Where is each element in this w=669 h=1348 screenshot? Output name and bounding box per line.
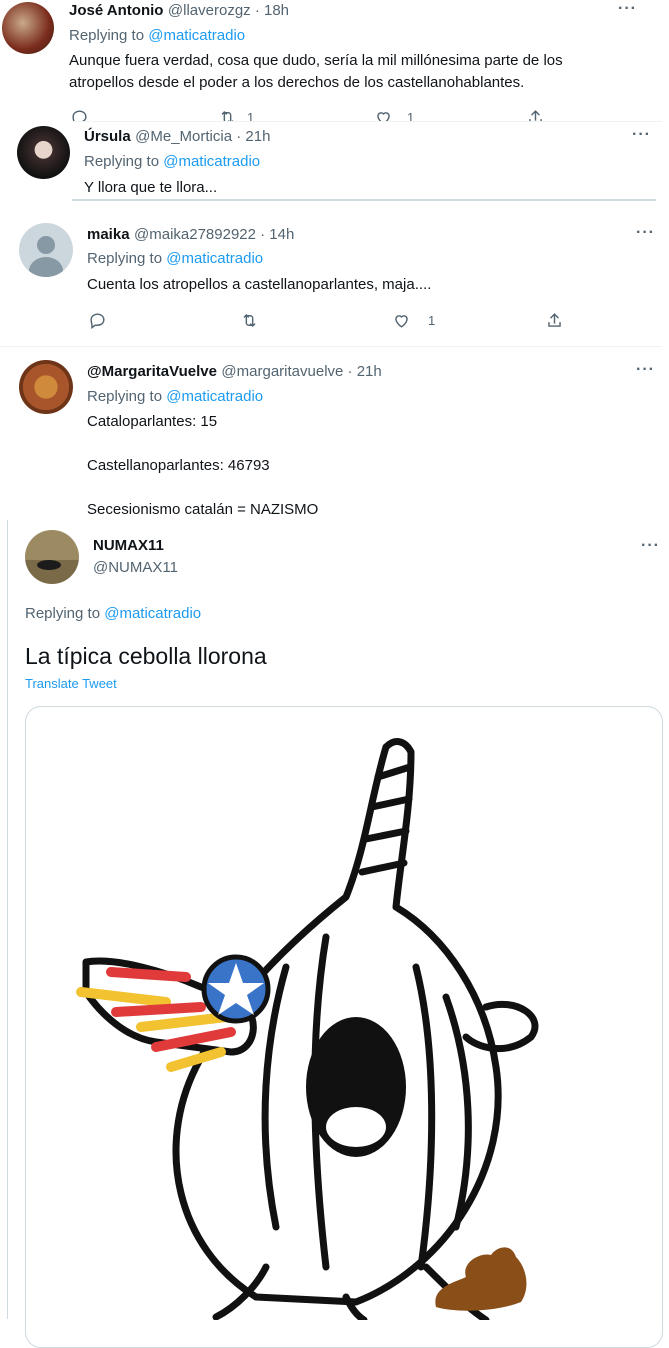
retweet-icon (243, 313, 256, 328)
avatar[interactable] (19, 360, 73, 414)
like-button[interactable]: 1 (374, 108, 414, 122)
avatar[interactable] (2, 2, 54, 54)
user-handle[interactable]: @maika27892922 · 14h (134, 226, 294, 243)
user-name[interactable]: NUMAX11 (93, 537, 164, 554)
more-icon[interactable]: ··· (641, 537, 660, 555)
replying-to: Replying to @maticatradio (25, 605, 202, 622)
reply-button[interactable] (70, 108, 89, 122)
user-name[interactable]: José Antonio (69, 2, 163, 19)
avatar[interactable] (25, 530, 79, 584)
heart-icon (377, 112, 390, 122)
avatar[interactable] (19, 223, 73, 277)
replying-to: Replying to @maticatradio (84, 153, 261, 170)
like-count: 1 (428, 313, 436, 328)
share-icon (529, 110, 542, 122)
mention-link[interactable]: @maticatradio (166, 250, 263, 267)
replying-to: Replying to @maticatradio (69, 27, 246, 44)
translate-tweet-link[interactable]: Translate Tweet (25, 676, 117, 691)
user-name[interactable]: @MargaritaVuelve (87, 363, 217, 380)
retweet-icon (221, 110, 234, 122)
share-button[interactable] (545, 311, 564, 330)
avatar[interactable] (17, 126, 70, 179)
reply-button[interactable] (88, 311, 107, 330)
user-handle[interactable]: @llaverozgz · 18h (168, 2, 289, 19)
crying-onion-illustration (76, 738, 539, 1320)
share-icon (548, 313, 561, 327)
tweet-text: Y llora que te llora... (84, 179, 218, 196)
more-icon[interactable]: ··· (636, 361, 655, 379)
like-button[interactable]: 1 (392, 311, 435, 330)
tweet-text: Cuenta los atropellos a castellanoparlan… (87, 276, 432, 293)
tweet-line: Castellanoparlantes: 46793 (87, 457, 270, 474)
more-icon[interactable]: ··· (632, 126, 651, 144)
more-icon[interactable]: ··· (636, 224, 655, 242)
tweet-image[interactable] (25, 706, 663, 1348)
mention-link[interactable]: @maticatradio (163, 153, 260, 170)
tweet-text: La típica cebolla llorona (25, 643, 267, 669)
reply-icon (90, 313, 105, 330)
retweet-button[interactable] (240, 311, 259, 330)
tweet-text: Aunque fuera verdad, cosa que dudo, serí… (69, 52, 563, 91)
replying-to: Replying to @maticatradio (87, 250, 264, 267)
more-icon[interactable]: ··· (618, 0, 637, 18)
retweet-button[interactable]: 1 (218, 108, 254, 122)
heart-icon (395, 315, 408, 328)
user-handle[interactable]: @NUMAX11 (93, 559, 178, 576)
share-button[interactable] (526, 108, 545, 122)
user-handle[interactable]: @Me_Morticia · 21h (135, 128, 270, 145)
replying-to: Replying to @maticatradio (87, 388, 264, 405)
tweet-line: Secesionismo catalán = NAZISMO (87, 501, 319, 518)
mention-link[interactable]: @maticatradio (148, 27, 245, 44)
tweet-line: Cataloparlantes: 15 (87, 413, 218, 430)
reply-icon (72, 110, 87, 122)
mention-link[interactable]: @maticatradio (166, 388, 263, 405)
mention-link[interactable]: @maticatradio (104, 605, 201, 622)
user-handle[interactable]: @margaritavuelve · 21h (221, 363, 381, 380)
user-name[interactable]: maika (87, 226, 130, 243)
user-name[interactable]: Úrsula (84, 128, 131, 145)
